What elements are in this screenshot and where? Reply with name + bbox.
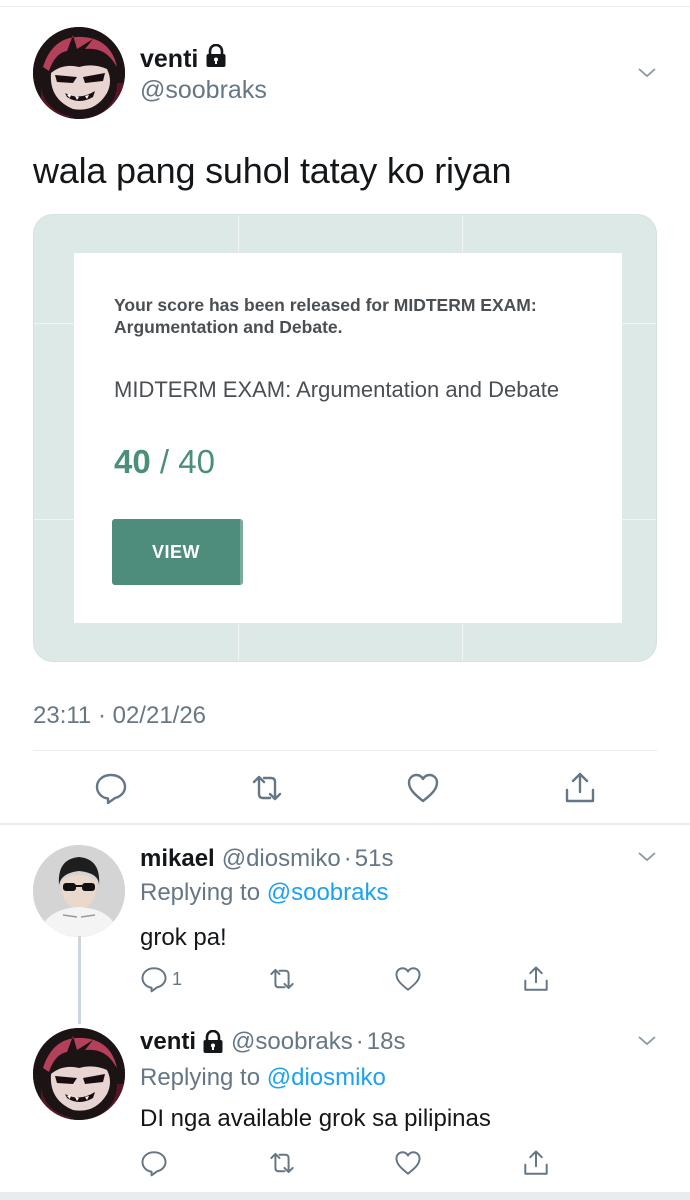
share-button[interactable] [522,1148,550,1178]
replying-to-link[interactable]: @soobraks [267,879,389,906]
like-icon [395,967,421,991]
bottom-divider [0,1192,690,1200]
reply-icon [141,967,167,993]
score-total: 40 [178,443,215,480]
lock-icon [202,1030,224,1054]
share-icon [524,966,548,991]
thread-connector [78,936,81,1024]
share-icon [524,1150,548,1175]
reply-header: venti @soobraks · 18s [140,1028,405,1056]
replying-to-link[interactable]: @diosmiko [267,1064,386,1091]
replying-to-line: Replying to @diosmiko [140,1064,386,1092]
exam-score: 40 / 40 [114,443,215,481]
retweet-button[interactable] [250,771,284,805]
tweet-media-image[interactable]: Your score has been released for MIDTERM… [33,214,657,662]
score-separator: / [159,443,170,480]
reply-button[interactable] [140,1148,168,1178]
separator-dot: · [343,845,352,872]
share-button[interactable] [522,964,550,994]
share-icon [565,772,595,803]
reply-text: DI nga available grok sa pilipinas [140,1105,491,1132]
author-handle[interactable]: @soobraks [140,76,267,105]
reply-button[interactable] [94,771,128,805]
retweet-button[interactable] [268,964,296,994]
author-name-text: venti [140,45,199,73]
score-released-notice: Your score has been released for MIDTERM… [114,295,537,337]
tweet-timestamp[interactable]: 23:11 · 02/21/26 [33,702,206,730]
action-bar-divider [33,750,657,751]
like-icon [395,1151,421,1175]
replying-to-line: Replying to @soobraks [140,879,389,907]
like-button[interactable] [394,964,422,994]
avatar-image [33,27,125,119]
chevron-down-icon[interactable] [638,848,656,866]
reply-display-name[interactable]: venti [140,1028,196,1056]
score-notification-card: Your score has been released for MIDTERM… [74,253,622,623]
score-value: 40 [114,443,151,480]
reply-handle[interactable]: @diosmiko [222,845,341,873]
lock-icon [205,43,227,75]
chevron-down-icon[interactable] [638,64,656,82]
reply-icon [141,1151,167,1177]
reply-handle[interactable]: @soobraks [231,1028,353,1056]
reply-avatar[interactable] [33,845,125,937]
like-icon [407,773,439,803]
like-button[interactable] [394,1148,422,1178]
like-button[interactable] [406,771,440,805]
separator-dot: · [355,1028,364,1055]
replying-to-label: Replying to [140,879,261,906]
retweet-button[interactable] [268,1148,296,1178]
reply-icon [95,773,127,805]
tweet-text: wala pang suhol tatay ko riyan [33,150,512,191]
share-button[interactable] [563,771,597,805]
reply-button[interactable]: 1 [140,964,182,994]
retweet-icon [252,775,282,801]
reply-avatar[interactable] [33,1028,125,1120]
author-display-name[interactable]: venti [140,43,227,75]
top-divider [0,6,690,7]
exam-title: MIDTERM EXAM: Argumentation and Debate [114,377,560,402]
chevron-down-icon[interactable] [638,1032,656,1050]
avatar-image [33,845,125,937]
reply-text: grok pa! [140,924,227,951]
reply-time[interactable]: 51s [355,845,394,873]
reply-time[interactable]: 18s [367,1028,406,1056]
retweet-icon [270,968,294,990]
section-divider [0,823,690,825]
reply-count: 1 [172,968,183,989]
avatar-image [33,1028,125,1120]
reply-display-name[interactable]: mikael [140,845,215,873]
replying-to-label: Replying to [140,1064,261,1091]
retweet-icon [270,1152,294,1174]
author-avatar[interactable] [33,27,125,119]
reply-header: mikael @diosmiko · 51s [140,845,393,873]
view-button: VIEW [112,519,243,585]
